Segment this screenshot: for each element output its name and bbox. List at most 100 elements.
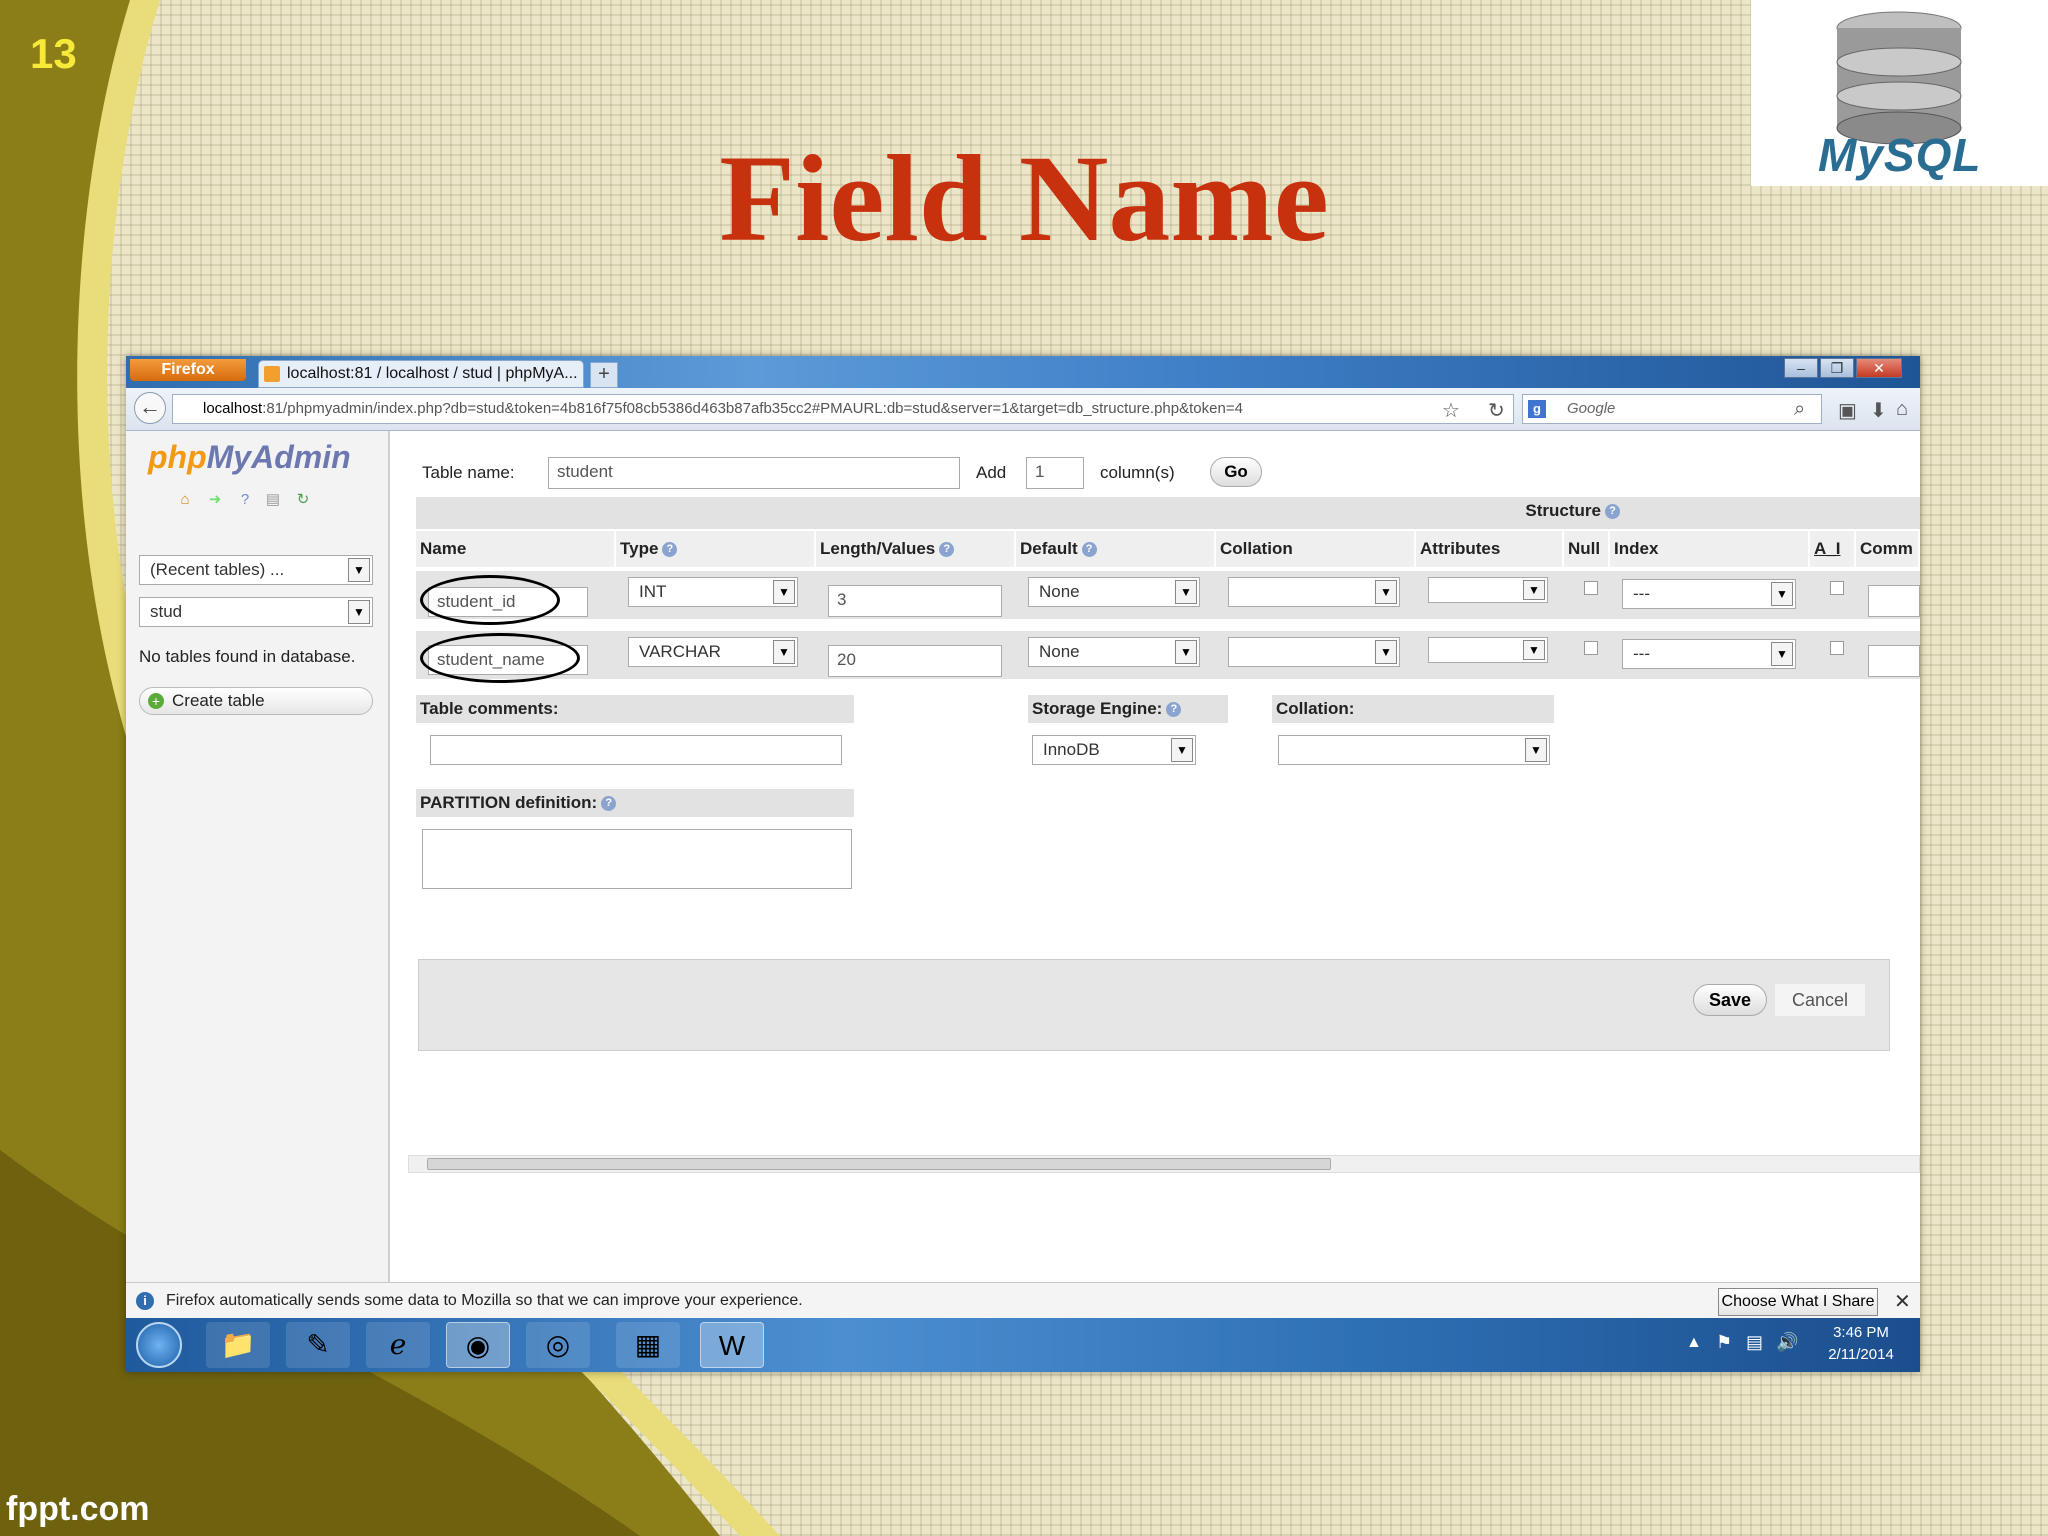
phpmyadmin-sidebar: phpMyAdmin ⌂ ➜ ? ▤ ↻ (Recent tables) ...… [126,431,390,1296]
storage-engine-header: Storage Engine:? [1028,695,1228,723]
installer-icon[interactable]: ▦ [616,1322,680,1368]
google-search-engine-icon[interactable]: g [1528,400,1546,418]
notification-bar: i Firefox automatically sends some data … [126,1282,1920,1319]
browser-titlebar: Firefox localhost:81 / localhost / stud … [126,356,1920,388]
help-icon[interactable]: ? [1605,504,1620,520]
help-icon[interactable]: ? [601,796,617,812]
table-row: student_id INT ▼ 3 None ▼ ▼ ▼ --- ▼ [416,571,1920,625]
docs-icon[interactable]: ▤ [264,491,282,509]
horizontal-scrollbar[interactable] [408,1155,1920,1173]
internet-explorer-icon[interactable]: ℯ [366,1322,430,1368]
table-collation-select[interactable]: ▼ [1278,735,1550,765]
help-icon[interactable]: ? [662,542,678,558]
null-checkbox[interactable] [1584,581,1598,595]
index-value: --- [1633,584,1650,603]
show-hidden-icons-icon[interactable]: ▲ [1686,1334,1702,1352]
firefox-icon[interactable]: ◉ [446,1322,510,1368]
slide-title: Field Name [719,130,1329,267]
length-input[interactable]: 3 [828,585,1002,617]
page-content: phpMyAdmin ⌂ ➜ ? ▤ ↻ (Recent tables) ...… [126,431,1920,1296]
type-value: INT [639,582,667,601]
structure-label: Structure [1525,501,1601,520]
firefox-menu-button[interactable]: Firefox [130,359,246,381]
index-select[interactable]: --- ▼ [1622,639,1796,669]
column-header-comments: Comm [1856,531,1920,567]
back-arrow-icon[interactable]: ← [134,392,166,424]
create-table-button[interactable]: + Create table [139,687,373,715]
new-tab-button[interactable]: + [590,362,618,388]
storage-engine-label: Storage Engine: [1032,699,1163,718]
footer-brand: fppt.com [6,1490,150,1528]
recent-tables-select[interactable]: (Recent tables) ... ▼ [139,555,373,585]
database-select[interactable]: stud ▼ [139,597,373,627]
minimize-button[interactable]: – [1784,358,1818,378]
reload-icon[interactable]: ↻ [1488,398,1505,423]
chevron-down-icon: ▼ [1771,582,1793,606]
auto-increment-checkbox[interactable] [1830,581,1844,595]
table-name-input[interactable]: student [548,457,960,489]
column-header-default: Default? [1016,531,1216,567]
default-select[interactable]: None ▼ [1028,637,1200,667]
save-button[interactable]: Save [1693,984,1767,1016]
clock-time[interactable]: 3:46 PM [1816,1324,1906,1341]
chevron-down-icon: ▼ [773,640,795,664]
reload-navigation-icon[interactable]: ↻ [294,491,312,509]
auto-increment-checkbox[interactable] [1830,641,1844,655]
phpmyadmin-logo[interactable]: phpMyAdmin [148,439,351,476]
default-value: None [1039,582,1080,601]
add-columns-input[interactable]: 1 [1026,457,1084,489]
choose-what-i-share-button[interactable]: Choose What I Share [1718,1288,1878,1316]
help-icon[interactable]: ? [236,491,254,509]
search-magnifier-icon[interactable]: ⌕ [1794,398,1805,421]
column-type-select[interactable]: VARCHAR ▼ [628,637,798,667]
collation-select[interactable]: ▼ [1228,577,1400,607]
chrome-icon[interactable]: ◎ [526,1322,590,1368]
home-icon[interactable]: ⌂ [1896,398,1908,421]
search-input[interactable]: Google [1522,394,1822,424]
column-type-select[interactable]: INT ▼ [628,577,798,607]
go-button[interactable]: Go [1210,457,1262,487]
cancel-button[interactable]: Cancel [1775,984,1865,1016]
clock-date[interactable]: 2/11/2014 [1816,1346,1906,1363]
close-icon[interactable]: ✕ [1894,1289,1911,1314]
close-window-button[interactable]: ✕ [1856,358,1902,378]
storage-engine-select[interactable]: InnoDB ▼ [1032,735,1196,765]
action-center-flag-icon[interactable]: ⚑ [1716,1332,1732,1353]
logout-icon[interactable]: ➜ [206,491,224,509]
index-select[interactable]: --- ▼ [1622,579,1796,609]
structure-title: Structure? [416,501,1920,521]
maximize-button[interactable]: ❐ [1820,358,1854,378]
attributes-select[interactable]: ▼ [1428,577,1548,603]
storage-engine-value: InnoDB [1043,740,1100,759]
null-checkbox[interactable] [1584,641,1598,655]
start-button-icon[interactable] [136,1322,182,1368]
collation-select[interactable]: ▼ [1228,637,1400,667]
scrollbar-thumb[interactable] [427,1158,1331,1170]
help-icon[interactable]: ? [1081,542,1097,558]
attributes-select[interactable]: ▼ [1428,637,1548,663]
bookmark-star-icon[interactable]: ☆ [1442,398,1460,423]
volume-icon[interactable]: 🔊 [1776,1332,1798,1353]
add-label: Add [976,463,1007,482]
comments-input[interactable] [1868,645,1920,677]
home-icon[interactable]: ⌂ [176,491,194,509]
comments-input[interactable] [1868,585,1920,617]
navigation-bar: ← localhost:81/phpmyadmin/index.php?db=s… [126,388,1920,431]
logo-php: php [148,439,207,475]
help-icon[interactable]: ? [939,542,955,558]
highlight-ellipse [420,633,580,683]
default-select[interactable]: None ▼ [1028,577,1200,607]
word-icon[interactable]: W [700,1322,764,1368]
download-arrow-icon[interactable]: ⬇ [1870,398,1887,423]
chevron-down-icon: ▼ [1175,640,1197,664]
paint-icon[interactable]: ✎ [286,1322,350,1368]
browser-tab[interactable]: localhost:81 / localhost / stud | phpMyA… [258,360,584,388]
length-input[interactable]: 20 [828,645,1002,677]
explorer-icon[interactable]: 📁 [206,1322,270,1368]
bookmarks-menu-icon[interactable]: ▣ [1838,398,1857,423]
network-icon[interactable]: ▤ [1746,1332,1763,1353]
table-comments-input[interactable] [430,735,842,765]
url-bar[interactable]: localhost:81/phpmyadmin/index.php?db=stu… [172,394,1514,424]
help-icon[interactable]: ? [1166,702,1182,718]
partition-definition-textarea[interactable] [422,829,852,889]
